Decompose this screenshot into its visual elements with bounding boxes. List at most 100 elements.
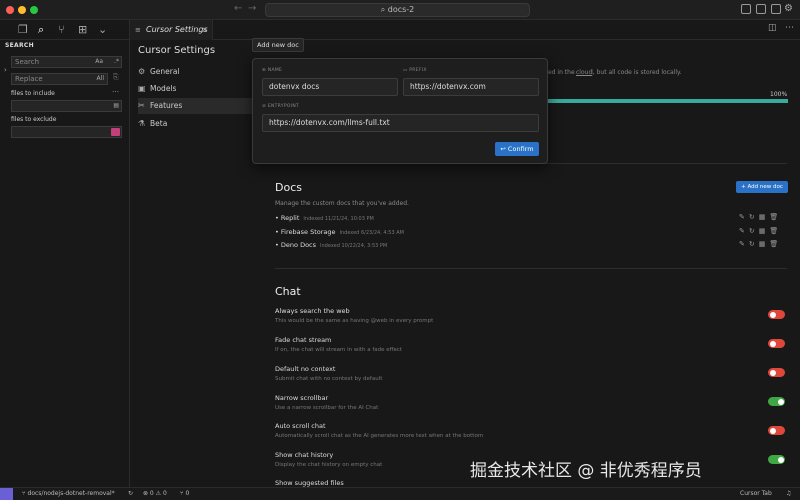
option-title: Show chat history [275, 451, 334, 459]
forward-arrow-icon[interactable]: → [248, 3, 256, 14]
refresh-icon[interactable]: ↻ [749, 227, 759, 235]
minimize-window-button[interactable] [18, 6, 26, 14]
replace-all-icon[interactable]: ⎘ [113, 73, 119, 82]
book-icon[interactable]: ▤ [113, 101, 119, 111]
split-editor-icon[interactable]: ◫ [768, 23, 777, 33]
settings-nav-beta[interactable]: ⚗ Beta [138, 116, 258, 132]
files-include-label: files to include [11, 90, 55, 97]
command-center[interactable]: ⌕ docs-2 [265, 3, 530, 17]
files-exclude-input[interactable] [11, 126, 122, 138]
doc-item-actions: ✎↻▦🗑 [739, 227, 782, 235]
use-exclude-settings-icon[interactable] [111, 128, 120, 136]
option-title: Narrow scrollbar [275, 394, 329, 402]
prefix-input[interactable]: https://dotenvx.com [403, 78, 539, 96]
back-arrow-icon[interactable]: ← [234, 3, 242, 14]
add-new-doc-button[interactable]: + Add new doc [736, 181, 788, 193]
editor-tab-bar: ≡ Cursor Settings × ◫ ⋯ [130, 20, 800, 40]
name-input[interactable]: dotenvx docs [262, 78, 398, 96]
close-icon[interactable]: × [201, 20, 208, 40]
toggle-secondary-sidebar-icon[interactable] [771, 4, 781, 14]
tooltip: Add new doc [252, 38, 304, 52]
option-description: Automatically scroll chat as the AI gene… [275, 433, 484, 439]
toggle-sidebar-icon[interactable] [741, 4, 751, 14]
edit-icon[interactable]: ✎ [739, 240, 749, 248]
ports-status[interactable]: ⑂ 0 [180, 488, 189, 500]
sidebar-title: SEARCH [5, 42, 34, 49]
trash-icon[interactable]: 🗑 [769, 227, 782, 235]
files-include-input[interactable]: ▤ [11, 100, 122, 112]
chevron-right-icon[interactable]: › [4, 66, 7, 74]
replace-input[interactable]: Replace All [11, 73, 108, 85]
entrypoint-input[interactable]: https://dotenvx.com/llms-full.txt [262, 114, 539, 132]
cube-icon: ▣ [138, 84, 146, 93]
maximize-window-button[interactable] [30, 6, 38, 14]
option-title: Fade chat stream [275, 336, 332, 344]
indexing-progress-fill [538, 99, 788, 103]
files-icon[interactable]: ❐ [18, 23, 28, 36]
chevron-down-icon[interactable]: ⌄ [98, 23, 107, 36]
settings-nav-features[interactable]: ✂ Features [138, 98, 258, 114]
option-title: Default no context [275, 365, 336, 373]
trash-icon[interactable]: 🗑 [769, 240, 782, 248]
table-icon[interactable]: ▦ [759, 240, 770, 248]
confirm-button[interactable]: ↩ Confirm [495, 142, 539, 156]
settings-nav-general[interactable]: ⚙ General [138, 64, 258, 80]
table-icon[interactable]: ▦ [759, 213, 770, 221]
status-bar: ⑂ docs/nodejs-dotnet-removal* ↻ ⊗ 0 ⚠ 0 … [0, 487, 800, 500]
always-search-web-toggle[interactable] [768, 310, 785, 319]
toggle-panel-icon[interactable] [756, 4, 766, 14]
gear-icon: ⚙ [138, 67, 146, 76]
add-doc-dialog: ⊛ NAME dotenvx docs ▭ PREFIX https://dot… [252, 58, 548, 164]
branch-status[interactable]: ⑂ docs/nodejs-dotnet-removal* [22, 488, 115, 500]
doc-item[interactable]: • Replit Indexed 11/21/24, 10:03 PM [275, 214, 374, 222]
indexing-progress-bar [538, 99, 788, 103]
gear-icon[interactable]: ⚙ [784, 3, 793, 14]
close-window-button[interactable] [6, 6, 14, 14]
settings-title: Cursor Settings [138, 45, 216, 56]
show-chat-history-toggle[interactable] [768, 455, 785, 464]
settings-nav-models[interactable]: ▣ Models [138, 81, 258, 97]
tab-cursor-settings[interactable]: ≡ Cursor Settings × [130, 20, 213, 40]
default-no-context-toggle[interactable] [768, 368, 785, 377]
doc-item[interactable]: • Deno Docs Indexed 10/22/24, 3:53 PM [275, 241, 387, 249]
option-description: If on, the chat will stream in with a fa… [275, 347, 403, 353]
edit-icon[interactable]: ✎ [739, 213, 749, 221]
docs-section-title: Docs [275, 181, 302, 194]
preserve-case-toggle[interactable]: All [97, 74, 104, 84]
settings-icon: ≡ [135, 26, 141, 34]
option-title: Always search the web [275, 307, 350, 315]
refresh-icon[interactable]: ↻ [749, 240, 759, 248]
entrypoint-field-label: ⊘ ENTRYPOINT [262, 104, 300, 109]
watermark: 掘金技术社区 @ 非优秀程序员 [470, 461, 702, 481]
more-actions-icon[interactable]: ⋯ [785, 23, 794, 33]
extensions-icon[interactable]: ⊞ [78, 23, 87, 36]
fade-chat-stream-toggle[interactable] [768, 339, 785, 348]
match-case-icon[interactable]: Aa [95, 57, 103, 67]
chat-section-title: Chat [275, 285, 301, 298]
auto-scroll-chat-toggle[interactable] [768, 426, 785, 435]
cloud-link[interactable]: cloud [576, 69, 593, 76]
edit-icon[interactable]: ✎ [739, 227, 749, 235]
sync-icon[interactable]: ↻ [128, 488, 133, 500]
search-icon[interactable]: ⌕ [38, 23, 44, 37]
search-input[interactable]: Search Aa .* [11, 56, 122, 68]
doc-item[interactable]: • Firebase Storage Indexed 6/23/24, 4:53 … [275, 228, 404, 236]
doc-item-actions: ✎↻▦🗑 [739, 240, 782, 248]
more-icon[interactable]: … [112, 86, 119, 94]
cursor-tab-status[interactable]: Cursor Tab [740, 488, 772, 500]
indexing-percent: 100% [770, 91, 788, 98]
remote-icon[interactable] [0, 488, 13, 500]
narrow-scrollbar-toggle[interactable] [768, 397, 785, 406]
table-icon[interactable]: ▦ [759, 227, 770, 235]
trash-icon[interactable]: 🗑 [769, 213, 782, 221]
source-control-icon[interactable]: ⑂ [58, 23, 65, 36]
refresh-icon[interactable]: ↻ [749, 213, 759, 221]
search-icon: ⌕ [380, 5, 388, 14]
divider [275, 268, 787, 269]
problems-status[interactable]: ⊗ 0 ⚠ 0 [143, 488, 167, 500]
option-title: Auto scroll chat [275, 422, 326, 430]
regex-icon[interactable]: .* [114, 57, 119, 67]
option-description: Use a narrow scrollbar for the AI Chat [275, 405, 379, 411]
bell-icon[interactable]: ♫ [786, 488, 791, 500]
title-bar: ← → ⌕ docs-2 ⚙ [0, 0, 800, 20]
